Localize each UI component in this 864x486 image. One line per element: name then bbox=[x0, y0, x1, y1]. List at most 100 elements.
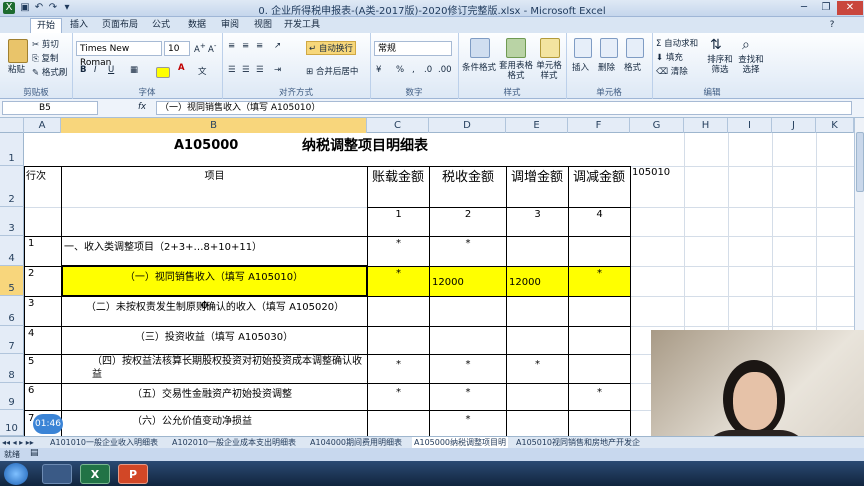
macro-record-icon[interactable]: ▤ bbox=[30, 448, 39, 458]
find-select-icon[interactable]: ⌕ bbox=[742, 37, 750, 53]
column-header-k[interactable]: K bbox=[816, 118, 854, 133]
tab-view[interactable]: 视图 bbox=[248, 18, 278, 33]
border-icon[interactable]: ▦ bbox=[130, 65, 138, 75]
bold-button[interactable]: B bbox=[80, 65, 86, 75]
formula-input[interactable]: （一）视同销售收入（填写 A105010） bbox=[156, 101, 852, 115]
cut-button[interactable]: ✂ 剪切 bbox=[32, 38, 59, 50]
orientation-icon[interactable]: ↗ bbox=[274, 41, 281, 51]
fill-button[interactable]: ⬇ 填充 bbox=[656, 51, 683, 63]
column-header-j[interactable]: J bbox=[772, 118, 816, 133]
column-header-g[interactable]: G bbox=[630, 118, 684, 133]
row-header-1[interactable]: 1 bbox=[0, 133, 24, 166]
format-painter-button[interactable]: ✎ 格式刷 bbox=[32, 66, 67, 78]
tab-formulas[interactable]: 公式 bbox=[146, 18, 176, 33]
merge-center-button[interactable]: ⊞ 合并后居中 bbox=[306, 65, 358, 77]
select-all-corner[interactable] bbox=[0, 118, 24, 133]
phonetic-icon[interactable]: 文 bbox=[198, 65, 207, 77]
tab-data[interactable]: 数据 bbox=[182, 18, 212, 33]
indent-icon[interactable]: ⇥ bbox=[274, 65, 281, 75]
insert-cells-icon[interactable] bbox=[574, 38, 592, 58]
row-header-6[interactable]: 6 bbox=[0, 296, 24, 326]
currency-icon[interactable]: ¥ bbox=[376, 65, 381, 75]
column-header-b[interactable]: B bbox=[61, 118, 367, 133]
row-header-7[interactable]: 7 bbox=[0, 326, 24, 354]
autosum-button[interactable]: Σ 自动求和 bbox=[656, 37, 698, 49]
copy-button[interactable]: ⎘ 复制 bbox=[32, 52, 59, 64]
increase-decimal-icon[interactable]: .0 bbox=[424, 65, 432, 75]
column-header-h[interactable]: H bbox=[684, 118, 728, 133]
fill-color-icon[interactable] bbox=[156, 67, 170, 78]
fx-button[interactable]: fx bbox=[138, 102, 146, 112]
copy-label: 复制 bbox=[41, 54, 59, 64]
column-header-e[interactable]: E bbox=[506, 118, 568, 133]
delete-cells-button[interactable]: 删除 bbox=[598, 61, 615, 73]
conditional-format-icon[interactable] bbox=[470, 38, 490, 58]
font-color-icon[interactable]: A bbox=[178, 63, 185, 73]
name-box[interactable]: B5 bbox=[2, 101, 98, 115]
row-header-2[interactable]: 2 bbox=[0, 166, 24, 207]
align-right-icon[interactable]: ☰ bbox=[256, 65, 264, 75]
cell-styles-icon[interactable] bbox=[540, 38, 560, 58]
row-d: * bbox=[465, 238, 471, 249]
column-header-f[interactable]: F bbox=[568, 118, 630, 133]
restore-icon[interactable]: ❐ bbox=[815, 1, 837, 15]
tab-review[interactable]: 审阅 bbox=[215, 18, 245, 33]
sort-filter-button[interactable]: 排序和筛选 bbox=[706, 55, 734, 75]
insert-cells-button[interactable]: 插入 bbox=[572, 61, 589, 73]
tab-developer[interactable]: 开发工具 bbox=[282, 18, 322, 33]
close-icon[interactable]: ✕ bbox=[837, 1, 863, 15]
row-header-5[interactable]: 5 bbox=[0, 266, 24, 296]
scrollbar-thumb[interactable] bbox=[856, 132, 864, 192]
row-header-8[interactable]: 8 bbox=[0, 354, 24, 383]
start-button[interactable] bbox=[4, 463, 28, 485]
decrease-decimal-icon[interactable]: .00 bbox=[438, 65, 452, 75]
alignment-group: ≡ ≡ ≡ ↗ ↵ 自动换行 ☰ ☰ ☰ ⇥ ⊞ 合并后居中 对齐方式 bbox=[222, 33, 371, 99]
clear-button[interactable]: ⌫ 清除 bbox=[656, 65, 688, 77]
row-f: * bbox=[597, 387, 602, 398]
row-header-10[interactable]: 10 bbox=[0, 410, 24, 436]
percent-button[interactable]: % bbox=[396, 65, 404, 75]
taskbar-powerpoint-icon[interactable]: P bbox=[118, 464, 148, 484]
row-header-9[interactable]: 9 bbox=[0, 383, 24, 410]
taskbar-excel-icon[interactable]: X bbox=[80, 464, 110, 484]
find-select-button[interactable]: 查找和选择 bbox=[736, 55, 766, 75]
minimize-icon[interactable]: ─ bbox=[793, 1, 815, 15]
tab-insert[interactable]: 插入 bbox=[64, 18, 94, 33]
column-header-a[interactable]: A bbox=[24, 118, 61, 133]
cells-group: 插入 删除 格式 单元格 bbox=[566, 33, 653, 99]
font-size-select[interactable]: 10 bbox=[164, 41, 190, 56]
tab-page-layout[interactable]: 页面布局 bbox=[100, 18, 140, 33]
row-header-4[interactable]: 4 bbox=[0, 236, 24, 266]
wrap-text-button[interactable]: ↵ 自动换行 bbox=[306, 41, 356, 55]
align-bottom-icon[interactable]: ≡ bbox=[256, 41, 263, 51]
taskbar-archive-icon[interactable] bbox=[42, 464, 72, 484]
sheet-tab-bar: ◂◂ ◂ ▸ ▸▸ A101010一般企业收入明细表 A102010一般企业成本… bbox=[0, 436, 864, 449]
column-header-c[interactable]: C bbox=[367, 118, 429, 133]
comma-button[interactable]: , bbox=[412, 65, 415, 75]
format-cells-icon[interactable] bbox=[626, 38, 644, 58]
table-format-icon[interactable] bbox=[506, 38, 526, 58]
align-left-icon[interactable]: ☰ bbox=[228, 65, 236, 75]
align-center-icon[interactable]: ☰ bbox=[242, 65, 250, 75]
shrink-font-icon[interactable]: A- bbox=[208, 41, 216, 55]
row-header-3[interactable]: 3 bbox=[0, 207, 24, 236]
font-name-select[interactable]: Times New Roman bbox=[76, 41, 162, 68]
align-middle-icon[interactable]: ≡ bbox=[242, 41, 249, 51]
number-format-select[interactable]: 常规 bbox=[374, 41, 452, 56]
table-format-button[interactable]: 套用表格格式 bbox=[498, 61, 534, 81]
align-top-icon[interactable]: ≡ bbox=[228, 41, 235, 51]
grow-font-icon[interactable]: A+ bbox=[194, 41, 206, 55]
paste-icon[interactable] bbox=[8, 39, 28, 63]
conditional-format-button[interactable]: 条件格式 bbox=[462, 61, 496, 73]
sort-filter-icon[interactable]: ⇅ bbox=[710, 37, 722, 53]
help-icon[interactable]: ? bbox=[826, 18, 838, 33]
column-header-d[interactable]: D bbox=[429, 118, 506, 133]
cell-styles-button[interactable]: 单元格样式 bbox=[534, 61, 564, 81]
paste-button[interactable]: 粘贴 bbox=[8, 63, 25, 75]
format-cells-button[interactable]: 格式 bbox=[624, 61, 641, 73]
italic-button[interactable]: I bbox=[94, 65, 97, 75]
underline-button[interactable]: U bbox=[108, 65, 114, 75]
tab-home[interactable]: 开始 bbox=[30, 18, 62, 34]
delete-cells-icon[interactable] bbox=[600, 38, 618, 58]
column-header-i[interactable]: I bbox=[728, 118, 772, 133]
